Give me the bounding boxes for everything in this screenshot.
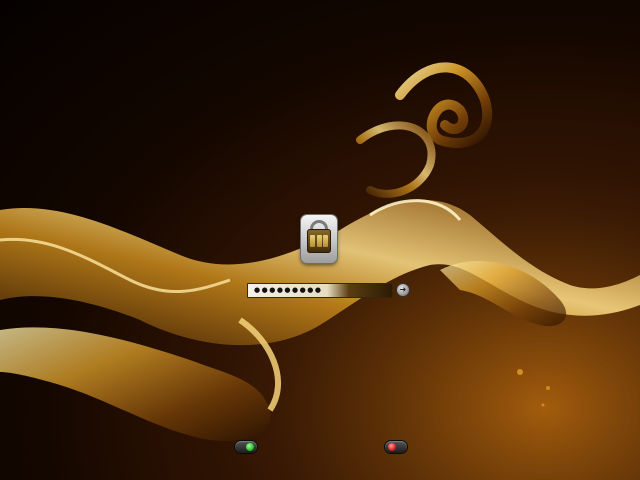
green-indicator-icon: [246, 443, 254, 451]
arrow-right-icon[interactable]: ➜: [397, 284, 409, 296]
logon-screen: ●●●●●●●●● ➜: [0, 0, 640, 480]
lock-dial: [310, 235, 315, 247]
lock-dials: [310, 235, 328, 247]
right-toggle-switch[interactable]: [385, 441, 407, 453]
password-field[interactable]: ●●●●●●●●●: [247, 283, 393, 298]
red-indicator-icon: [388, 443, 396, 451]
user-account-tile[interactable]: [301, 215, 337, 263]
password-mask: ●●●●●●●●●: [254, 286, 323, 294]
lock-dial: [323, 235, 328, 247]
left-toggle-switch[interactable]: [235, 441, 257, 453]
lock-dial: [316, 235, 322, 247]
